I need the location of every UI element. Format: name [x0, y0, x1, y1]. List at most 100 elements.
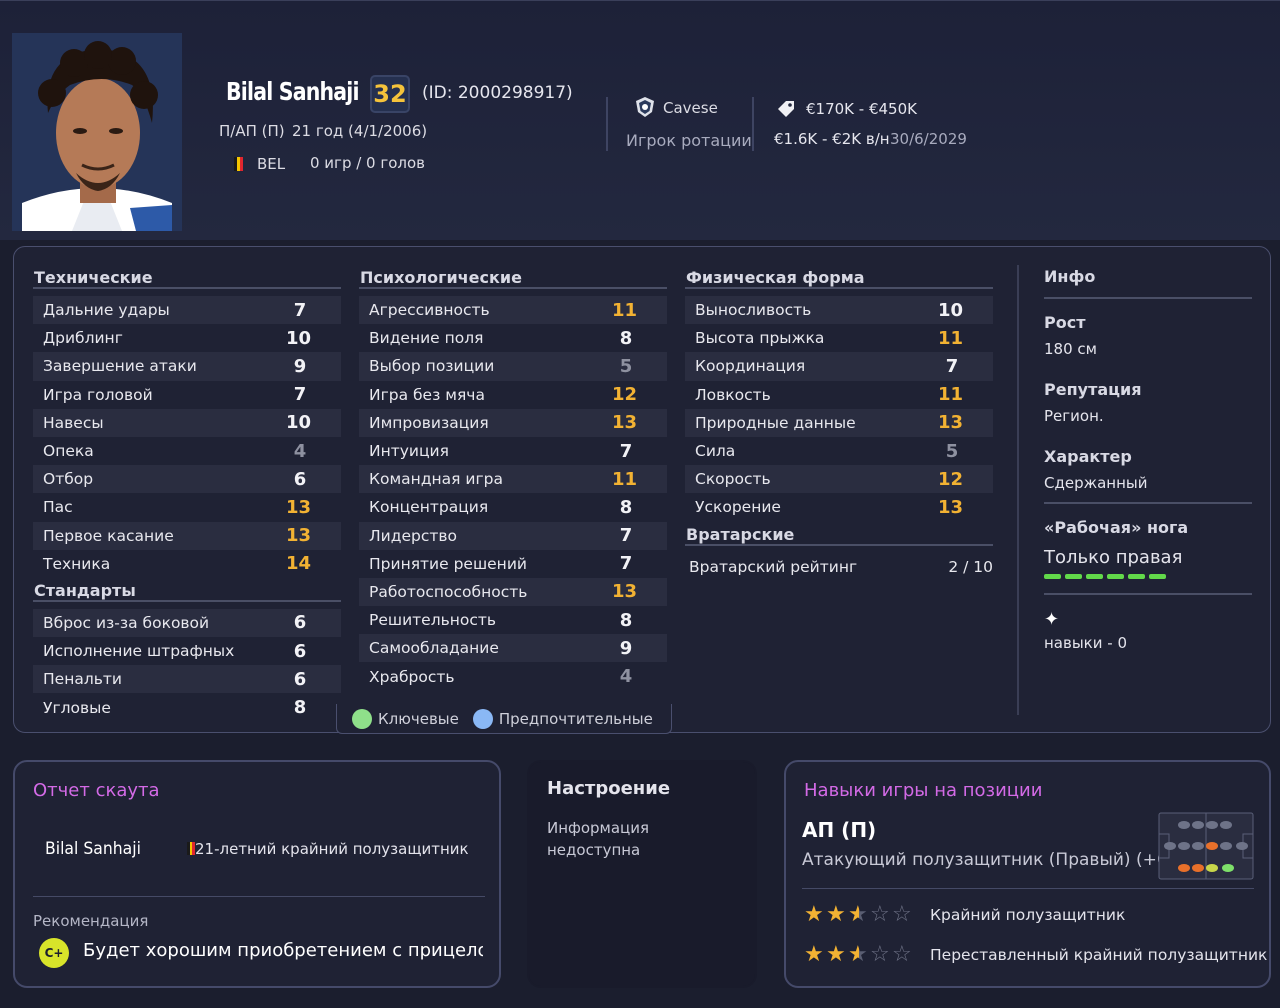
legend-key[interactable]: Ключевые — [352, 708, 459, 729]
set-pieces-list: Вброс из-за боковой 6 Исполнение штрафных 6… — [33, 608, 341, 722]
positions-divider — [802, 888, 1254, 889]
attribute-label: Исполнение штрафных — [43, 642, 235, 661]
recommendation-label: Рекомендация — [33, 912, 149, 930]
player-position: П/АП (П) — [219, 122, 285, 140]
attribute-value: 4 — [293, 440, 307, 462]
position-role-row: ★ ★ ★ ☆ ☆ Крайний полузащитник — [804, 904, 1125, 926]
set-piece-attribute-row[interactable]: Вброс из-за боковой 6 — [33, 608, 341, 638]
club-name[interactable]: Cavese — [663, 99, 718, 117]
contract-end: 30/6/2029 — [890, 130, 967, 148]
mental-attribute-row[interactable]: Интуиция 7 — [359, 437, 667, 465]
mental-attribute-row[interactable]: Видение поля 8 — [359, 324, 667, 352]
squad-role: Игрок ротации — [626, 131, 752, 150]
mental-attribute-row[interactable]: Агрессивность 11 — [359, 296, 667, 325]
attribute-value: 13 — [611, 581, 637, 603]
set-piece-attribute-row[interactable]: Исполнение штрафных 6 — [33, 637, 341, 665]
mental-attribute-row[interactable]: Игра без мяча 12 — [359, 381, 667, 409]
mental-attribute-row[interactable]: Принятие решений 7 — [359, 550, 667, 578]
legend-preferred-label: Предпочтительные — [498, 709, 653, 728]
position-long: Атакующий полузащитник (Правый) (+0) — [802, 850, 1175, 870]
mental-attribute-row[interactable]: Командная игра 11 — [359, 465, 667, 494]
role-label: Крайний полузащитник — [930, 906, 1126, 924]
technical-attribute-row[interactable]: Завершение атаки 9 — [33, 352, 341, 381]
mood-text: Информация недоступна — [547, 819, 650, 859]
mental-attribute-row[interactable]: Работоспособность 13 — [359, 577, 667, 607]
mental-attribute-row[interactable]: Решительность 8 — [359, 606, 667, 634]
physical-attribute-row[interactable]: Ускорение 13 — [685, 493, 993, 521]
personality-value: Сдержанный — [1044, 474, 1148, 492]
physical-attribute-row[interactable]: Сила 5 — [685, 437, 993, 465]
physical-attribute-row[interactable]: Координация 7 — [685, 352, 993, 381]
attribute-label: Лидерство — [369, 526, 457, 545]
mental-attribute-row[interactable]: Лидерство 7 — [359, 521, 667, 550]
set-piece-attribute-row[interactable]: Пенальти 6 — [33, 665, 341, 694]
info-title: Инфо — [1044, 265, 1252, 299]
attribute-label: Завершение атаки — [43, 357, 197, 376]
technical-attribute-row[interactable]: Техника 14 — [33, 550, 341, 578]
recommendation-grade-badge: C+ — [39, 938, 69, 968]
technical-attribute-row[interactable]: Первое касание 13 — [33, 521, 341, 550]
attribute-value: 7 — [619, 525, 633, 547]
attribute-label: Командная игра — [369, 470, 503, 489]
position-role-row: ★ ★ ★ ☆ ☆ Переставленный крайний полузащитни… — [804, 944, 1267, 966]
technical-attribute-row[interactable]: Навесы 10 — [33, 408, 341, 437]
attribute-value: 13 — [937, 412, 963, 434]
technical-list: Дальние удары 7 Дриблинг 10 Завершение атаки… — [33, 296, 341, 578]
attribute-label: Высота прыжка — [695, 329, 825, 348]
header-divider — [606, 97, 608, 151]
attribute-label: Видение поля — [369, 329, 484, 348]
attribute-value: 8 — [293, 697, 307, 719]
mental-attribute-row[interactable]: Концентрация 8 — [359, 493, 667, 521]
header-divider — [752, 97, 754, 151]
technical-attribute-row[interactable]: Дриблинг 10 — [33, 324, 341, 352]
scout-player-name: Bilal Sanhaji — [45, 839, 141, 859]
physical-attribute-row[interactable]: Выносливость 10 — [685, 296, 993, 325]
technical-attribute-row[interactable]: Опека 4 — [33, 437, 341, 465]
attribute-label: Координация — [695, 357, 806, 376]
attribute-label: Агрессивность — [369, 301, 490, 320]
physical-attribute-row[interactable]: Природные данные 13 — [685, 408, 993, 437]
mood-title: Настроение — [547, 778, 671, 799]
belgium-flag-icon — [234, 157, 243, 171]
attribute-value: 12 — [611, 384, 637, 406]
set-piece-attribute-row[interactable]: Угловые 8 — [33, 693, 341, 721]
technical-attribute-row[interactable]: Пас 13 — [33, 493, 341, 521]
star-icon: ★ — [848, 904, 870, 926]
mental-attribute-row[interactable]: Самообладание 9 — [359, 634, 667, 663]
technical-attribute-row[interactable]: Отбор 6 — [33, 465, 341, 494]
player-age: 21 год (4/1/2006) — [292, 122, 428, 140]
attribute-value: 4 — [619, 666, 633, 688]
mental-attribute-row[interactable]: Импровизация 13 — [359, 408, 667, 437]
overall-rating-badge: 32 — [370, 75, 410, 113]
attributes-panel: Технические Дальние удары 7 Дриблинг 10 Заве… — [13, 246, 1271, 733]
attribute-label: Навесы — [43, 413, 104, 432]
info-divider-line — [1044, 593, 1252, 595]
attribute-label: Угловые — [43, 698, 111, 717]
club-crest-icon — [636, 97, 654, 117]
physical-attribute-row[interactable]: Ловкость 11 — [685, 381, 993, 409]
physical-title: Физическая форма — [685, 267, 993, 289]
mental-attribute-row[interactable]: Выбор позиции 5 — [359, 352, 667, 381]
nationality[interactable]: BEL — [257, 155, 285, 173]
physical-attribute-row[interactable]: Скорость 12 — [685, 465, 993, 494]
attribute-label: Дриблинг — [43, 329, 123, 348]
attribute-label: Скорость — [695, 470, 771, 489]
attribute-value: 10 — [937, 299, 963, 321]
skills-count[interactable]: навыки - 0 — [1044, 634, 1252, 652]
player-photo-image — [12, 33, 182, 231]
physical-attribute-row[interactable]: Высота прыжка 11 — [685, 324, 993, 352]
attribute-value: 13 — [937, 496, 963, 518]
star-icon: ☆ — [892, 902, 912, 927]
positions-card: Навыки игры на позиции АП (П) Атакующий … — [784, 760, 1271, 988]
legend-preferred[interactable]: Предпочтительные — [472, 708, 653, 729]
info-column: Инфо Рост 180 см Репутация Регион. Харак… — [1044, 265, 1252, 652]
scout-report-card: Отчет скаута Bilal Sanhaji 21-летний кра… — [13, 760, 501, 988]
reputation-label: Репутация — [1044, 380, 1142, 399]
attribute-label: Природные данные — [695, 413, 856, 432]
star-icon: ★ — [848, 944, 870, 966]
technical-attribute-row[interactable]: Дальние удары 7 — [33, 296, 341, 325]
technical-attribute-row[interactable]: Игра головой 7 — [33, 381, 341, 409]
attribute-label: Первое касание — [43, 526, 174, 545]
attribute-value: 8 — [619, 496, 633, 518]
mental-attribute-row[interactable]: Храбрость 4 — [359, 662, 667, 690]
